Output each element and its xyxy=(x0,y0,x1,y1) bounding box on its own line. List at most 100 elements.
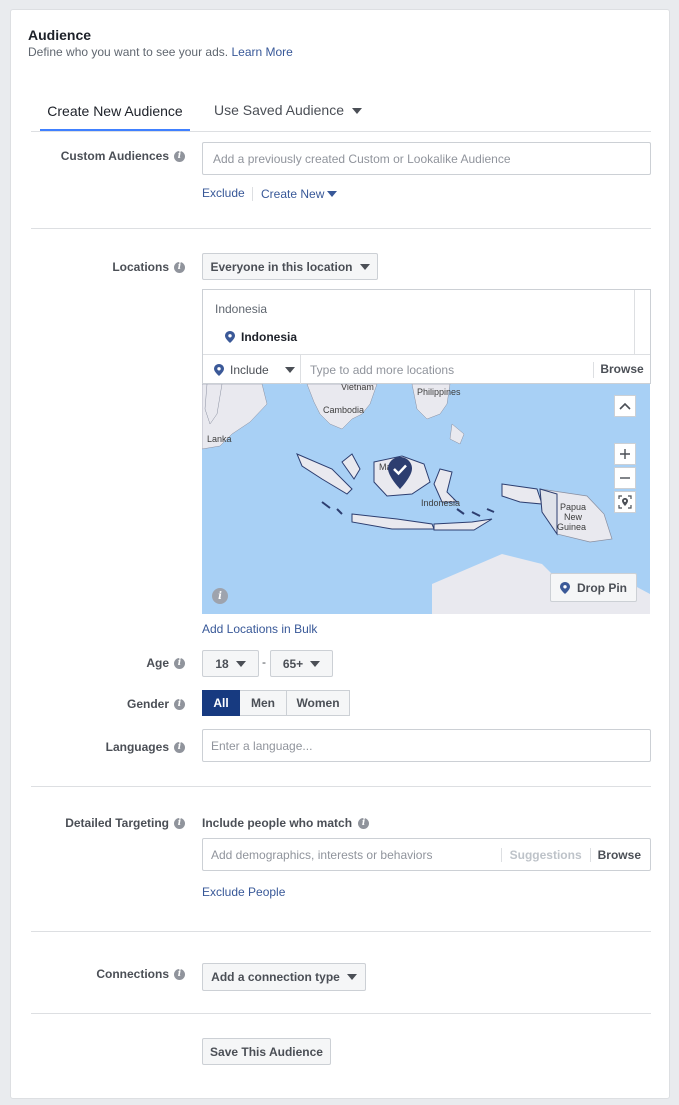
chevron-down-icon xyxy=(310,660,321,667)
info-icon[interactable]: i xyxy=(358,817,370,829)
location-browse-button[interactable]: Browse xyxy=(593,361,650,378)
languages-label: Languages i xyxy=(106,740,185,754)
section-divider xyxy=(31,228,651,229)
location-pin-icon xyxy=(560,581,570,594)
age-min-dropdown[interactable]: 18 xyxy=(202,650,259,677)
include-label: Include xyxy=(230,362,269,377)
chevron-down-icon xyxy=(346,974,357,980)
info-icon[interactable]: i xyxy=(174,698,185,710)
map-label-indonesia: Indonesia xyxy=(421,498,461,508)
chevron-up-icon xyxy=(619,402,631,410)
gender-men-button[interactable]: Men xyxy=(240,690,287,716)
connections-label: Connections i xyxy=(96,967,185,981)
section-title: Audience xyxy=(28,27,92,43)
suggestions-button[interactable]: Suggestions xyxy=(500,847,590,862)
location-pin-icon xyxy=(225,331,235,343)
chevron-down-icon xyxy=(351,108,362,114)
chevron-down-icon xyxy=(327,191,338,197)
zoom-out-button[interactable] xyxy=(614,467,636,489)
tab-use-saved-audience[interactable]: Use Saved Audience xyxy=(214,102,362,132)
gender-all-button[interactable]: All xyxy=(202,690,240,716)
info-icon[interactable]: i xyxy=(174,261,185,273)
tabs-divider xyxy=(31,131,651,132)
drop-pin-button[interactable]: Drop Pin xyxy=(550,573,637,602)
custom-audiences-label: Custom Audiences i xyxy=(61,149,185,163)
location-search-row: Include Type to add more locations Brows… xyxy=(203,354,650,385)
language-placeholder: Enter a language... xyxy=(211,738,313,753)
learn-more-link[interactable]: Learn More xyxy=(231,45,292,59)
tab-use-saved-label: Use Saved Audience xyxy=(214,102,344,118)
section-divider xyxy=(31,931,651,932)
gender-label: Gender i xyxy=(127,697,185,711)
locations-label: Locations i xyxy=(112,260,185,274)
chevron-down-icon xyxy=(235,660,246,667)
location-selected-item[interactable]: Indonesia xyxy=(225,330,297,344)
map-label-vietnam: Vietnam xyxy=(341,384,374,392)
plus-icon xyxy=(620,449,630,459)
custom-audiences-label-text: Custom Audiences xyxy=(60,149,169,163)
map-label-papua-3: Guinea xyxy=(557,522,587,532)
map-label-papua-2: New xyxy=(564,512,583,522)
section-subtitle: Define who you want to see your ads. Lea… xyxy=(28,45,293,59)
custom-audience-input[interactable]: Add a previously created Custom or Looka… xyxy=(202,142,651,175)
create-new-label: Create New xyxy=(261,187,325,201)
tab-create-new-audience[interactable]: Create New Audience xyxy=(40,102,190,132)
location-pin-icon xyxy=(214,363,224,376)
locations-label-text: Locations xyxy=(112,260,169,274)
map-label-lanka: Lanka xyxy=(207,434,232,444)
zoom-in-button[interactable] xyxy=(614,443,636,465)
create-new-dropdown[interactable]: Create New xyxy=(261,187,338,201)
location-search-placeholder: Type to add more locations xyxy=(310,362,455,377)
info-icon[interactable]: i xyxy=(174,968,185,980)
include-people-heading: Include people who match i xyxy=(202,816,370,830)
subtitle-text: Define who you want to see your ads. xyxy=(28,45,229,59)
detailed-targeting-placeholder: Add demographics, interests or behaviors xyxy=(211,847,433,862)
map-label-cambodia: Cambodia xyxy=(323,405,365,415)
connection-type-label: Add a connection type xyxy=(211,970,340,984)
age-max-dropdown[interactable]: 65+ xyxy=(270,650,333,677)
section-divider xyxy=(31,1013,651,1014)
section-divider xyxy=(31,786,651,787)
include-people-text: Include people who match xyxy=(202,816,353,830)
info-icon[interactable]: i xyxy=(174,150,185,162)
minus-icon xyxy=(620,477,630,479)
targeting-browse-button[interactable]: Browse xyxy=(589,847,650,862)
audience-card: Audience Define who you want to see your… xyxy=(10,9,670,1099)
connections-label-text: Connections xyxy=(96,967,169,981)
language-input[interactable]: Enter a language... xyxy=(202,729,651,762)
info-icon[interactable]: i xyxy=(174,817,185,829)
age-separator: - xyxy=(262,655,266,669)
locate-button[interactable] xyxy=(614,491,636,513)
chevron-down-icon xyxy=(359,263,370,270)
location-search-input[interactable]: Type to add more locations xyxy=(301,363,593,377)
location-group-header: Indonesia xyxy=(215,302,268,316)
locate-icon xyxy=(618,495,632,509)
save-audience-button[interactable]: Save This Audience xyxy=(202,1038,331,1065)
scrollbar-track[interactable] xyxy=(634,290,635,354)
chevron-down-icon xyxy=(284,366,295,373)
exclude-people-link[interactable]: Exclude People xyxy=(202,885,285,899)
map-label-philippines: Philippines xyxy=(417,387,461,397)
map-marker-icon[interactable] xyxy=(388,457,412,489)
detailed-targeting-input[interactable]: Add demographics, interests or behaviors… xyxy=(202,838,651,871)
gender-women-button[interactable]: Women xyxy=(287,690,350,716)
info-icon[interactable]: i xyxy=(174,741,185,753)
age-max-value: 65+ xyxy=(282,656,304,671)
info-icon[interactable]: i xyxy=(174,657,185,669)
location-box: Indonesia Indonesia Include Type to add … xyxy=(202,289,651,385)
age-min-value: 18 xyxy=(215,656,229,671)
collapse-map-button[interactable] xyxy=(614,395,636,417)
location-map[interactable]: Vietnam Philippines Cambodia Lanka Ma In… xyxy=(202,384,650,614)
add-locations-bulk-link[interactable]: Add Locations in Bulk xyxy=(202,622,317,636)
drop-pin-label: Drop Pin xyxy=(577,580,627,595)
location-audience-dropdown[interactable]: Everyone in this location xyxy=(202,253,378,280)
include-dropdown[interactable]: Include xyxy=(203,354,301,385)
map-label-papua-1: Papua xyxy=(560,502,587,512)
connection-type-dropdown[interactable]: Add a connection type xyxy=(202,963,366,991)
detailed-targeting-label-text: Detailed Targeting xyxy=(65,816,169,830)
location-selected-label: Indonesia xyxy=(241,330,298,344)
exclude-link[interactable]: Exclude xyxy=(202,186,245,200)
link-separator xyxy=(252,187,253,201)
age-label: Age i xyxy=(146,656,185,670)
map-info-icon[interactable]: i xyxy=(212,588,228,604)
